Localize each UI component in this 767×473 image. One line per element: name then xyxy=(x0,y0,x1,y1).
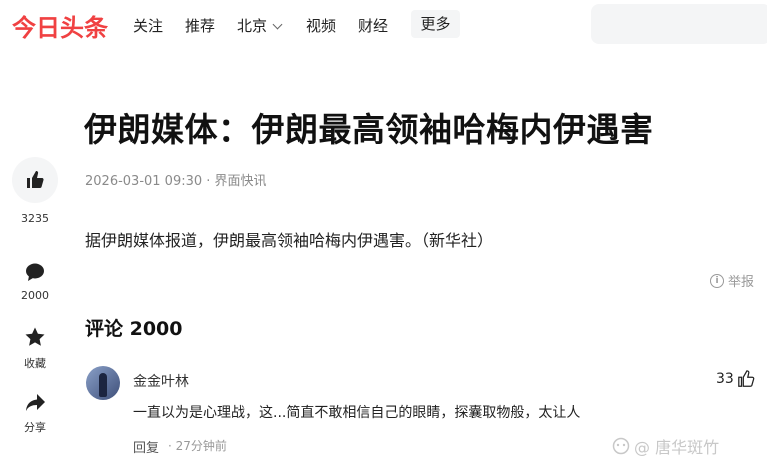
nav-follow[interactable]: 关注 xyxy=(133,15,163,36)
nav-video[interactable]: 视频 xyxy=(306,15,336,36)
comment-icon xyxy=(26,263,44,281)
chevron-down-icon xyxy=(272,19,283,30)
like-button[interactable] xyxy=(12,157,58,203)
article-title: 伊朗媒体：伊朗最高领袖哈梅内伊遇害 xyxy=(84,110,654,149)
comment-like-button[interactable]: 33 xyxy=(716,370,755,388)
comment-text: 一直以为是心理战，这...简直不敢相信自己的眼睛，探囊取物般，太让人 xyxy=(133,405,581,421)
comment-button[interactable] xyxy=(22,259,48,285)
thumbs-up-icon xyxy=(737,370,755,387)
watermark-text: @ 唐华斑竹 xyxy=(634,438,720,457)
comment-time: · 27分钟前 xyxy=(168,439,227,453)
avatar-figure xyxy=(99,373,107,397)
article-body: 据伊朗媒体报道，伊朗最高领袖哈梅内伊遇害。（新华社） xyxy=(85,231,494,250)
avatar[interactable] xyxy=(86,366,120,400)
watermark: @ 唐华斑竹 xyxy=(612,434,719,458)
search-box[interactable] xyxy=(591,4,767,44)
like-count: 3235 xyxy=(21,212,49,225)
more-button[interactable]: 更多 xyxy=(411,10,460,38)
nav-beijing-label: 北京 xyxy=(237,17,268,35)
share-icon xyxy=(26,394,45,411)
nav-finance[interactable]: 财经 xyxy=(358,15,388,36)
share-button[interactable] xyxy=(22,390,48,416)
nav-beijing[interactable]: 北京 xyxy=(237,15,283,36)
share-label: 分享 xyxy=(24,421,46,434)
watermark-logo-icon xyxy=(612,437,630,455)
info-icon: i xyxy=(710,273,724,288)
article-meta: 2026-03-01 09:30 · 界面快讯 xyxy=(85,174,267,189)
report-button[interactable]: i 举报 xyxy=(710,271,754,290)
collect-label: 收藏 xyxy=(24,357,46,370)
thumbs-up-icon xyxy=(27,171,44,188)
collect-button[interactable] xyxy=(22,324,48,350)
comment-like-count: 33 xyxy=(716,371,734,387)
comments-header: 评论 2000 xyxy=(85,318,183,340)
comment-count: 2000 xyxy=(21,289,49,302)
report-label: 举报 xyxy=(728,275,755,290)
reply-button[interactable]: 回复 xyxy=(133,437,159,456)
star-icon xyxy=(25,327,45,346)
nav-recommend[interactable]: 推荐 xyxy=(185,15,215,36)
comment-username[interactable]: 金金叶林 xyxy=(133,371,189,391)
toutiao-logo[interactable]: 今日头条 xyxy=(12,8,108,43)
